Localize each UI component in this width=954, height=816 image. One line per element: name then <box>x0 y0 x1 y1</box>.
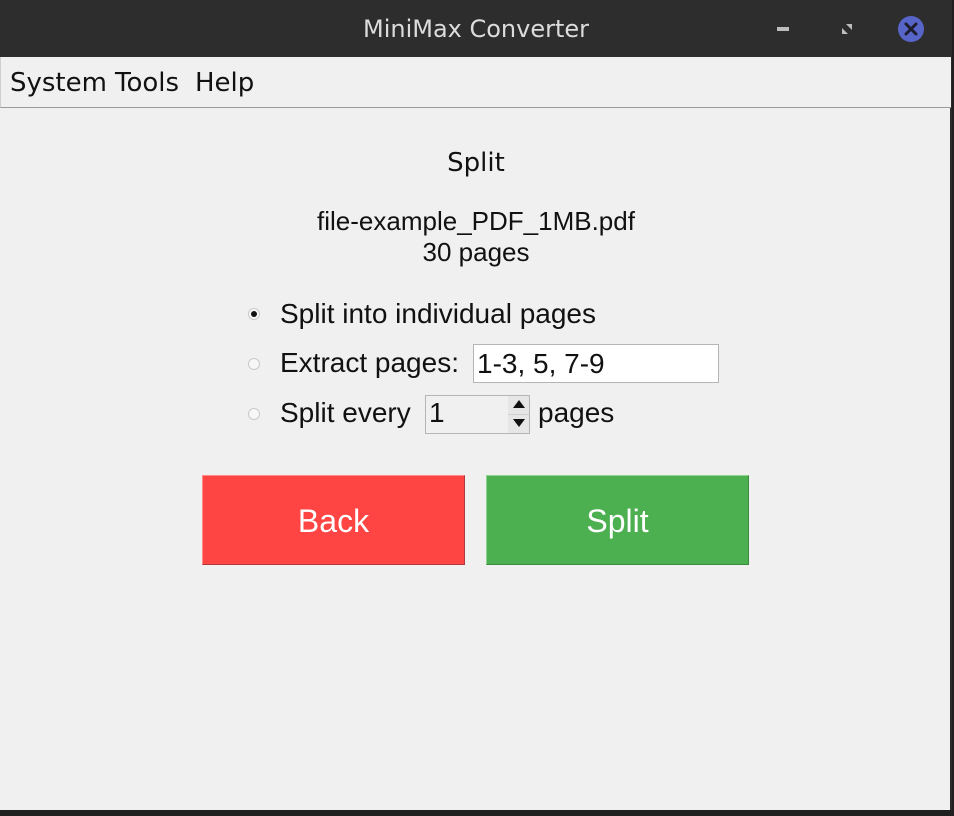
close-button[interactable] <box>897 15 925 43</box>
menu-system[interactable]: System <box>10 57 107 107</box>
page-count: 30 pages <box>422 237 530 267</box>
page-title: Split <box>447 148 505 178</box>
menu-tools[interactable]: Tools <box>115 57 179 107</box>
radio-split-every[interactable] <box>248 408 260 420</box>
split-button[interactable]: Split <box>486 475 749 565</box>
back-button[interactable]: Back <box>202 475 465 565</box>
triangle-up-icon <box>512 400 525 408</box>
spin-down-button[interactable] <box>508 415 529 433</box>
radio-split-individual[interactable] <box>248 308 260 320</box>
spin-up-button[interactable] <box>508 396 529 415</box>
file-name: file-example_PDF_1MB.pdf <box>317 206 635 236</box>
window-title: MiniMax Converter <box>362 15 590 43</box>
menu-bar: System Tools Help <box>0 57 951 108</box>
triangle-down-icon <box>512 419 525 427</box>
option-every-label[interactable]: Split every <box>280 397 411 429</box>
radio-extract-pages[interactable] <box>248 358 260 370</box>
minimize-icon <box>777 27 789 31</box>
close-icon <box>898 16 924 42</box>
extract-pages-input[interactable] <box>473 344 719 383</box>
title-bar[interactable]: MiniMax Converter <box>0 0 952 57</box>
split-every-spinbox[interactable]: 1 <box>425 395 530 434</box>
split-every-value[interactable]: 1 <box>429 397 445 429</box>
maximize-button[interactable] <box>833 15 861 43</box>
maximize-icon <box>842 24 852 34</box>
option-extract-label[interactable]: Extract pages: <box>280 347 459 379</box>
option-every-suffix: pages <box>538 397 615 428</box>
menu-help[interactable]: Help <box>195 57 254 107</box>
app-window: MiniMax Converter System Tools Help Spli… <box>0 0 952 810</box>
minimize-button[interactable] <box>769 15 797 43</box>
option-individual-label[interactable]: Split into individual pages <box>280 298 596 330</box>
